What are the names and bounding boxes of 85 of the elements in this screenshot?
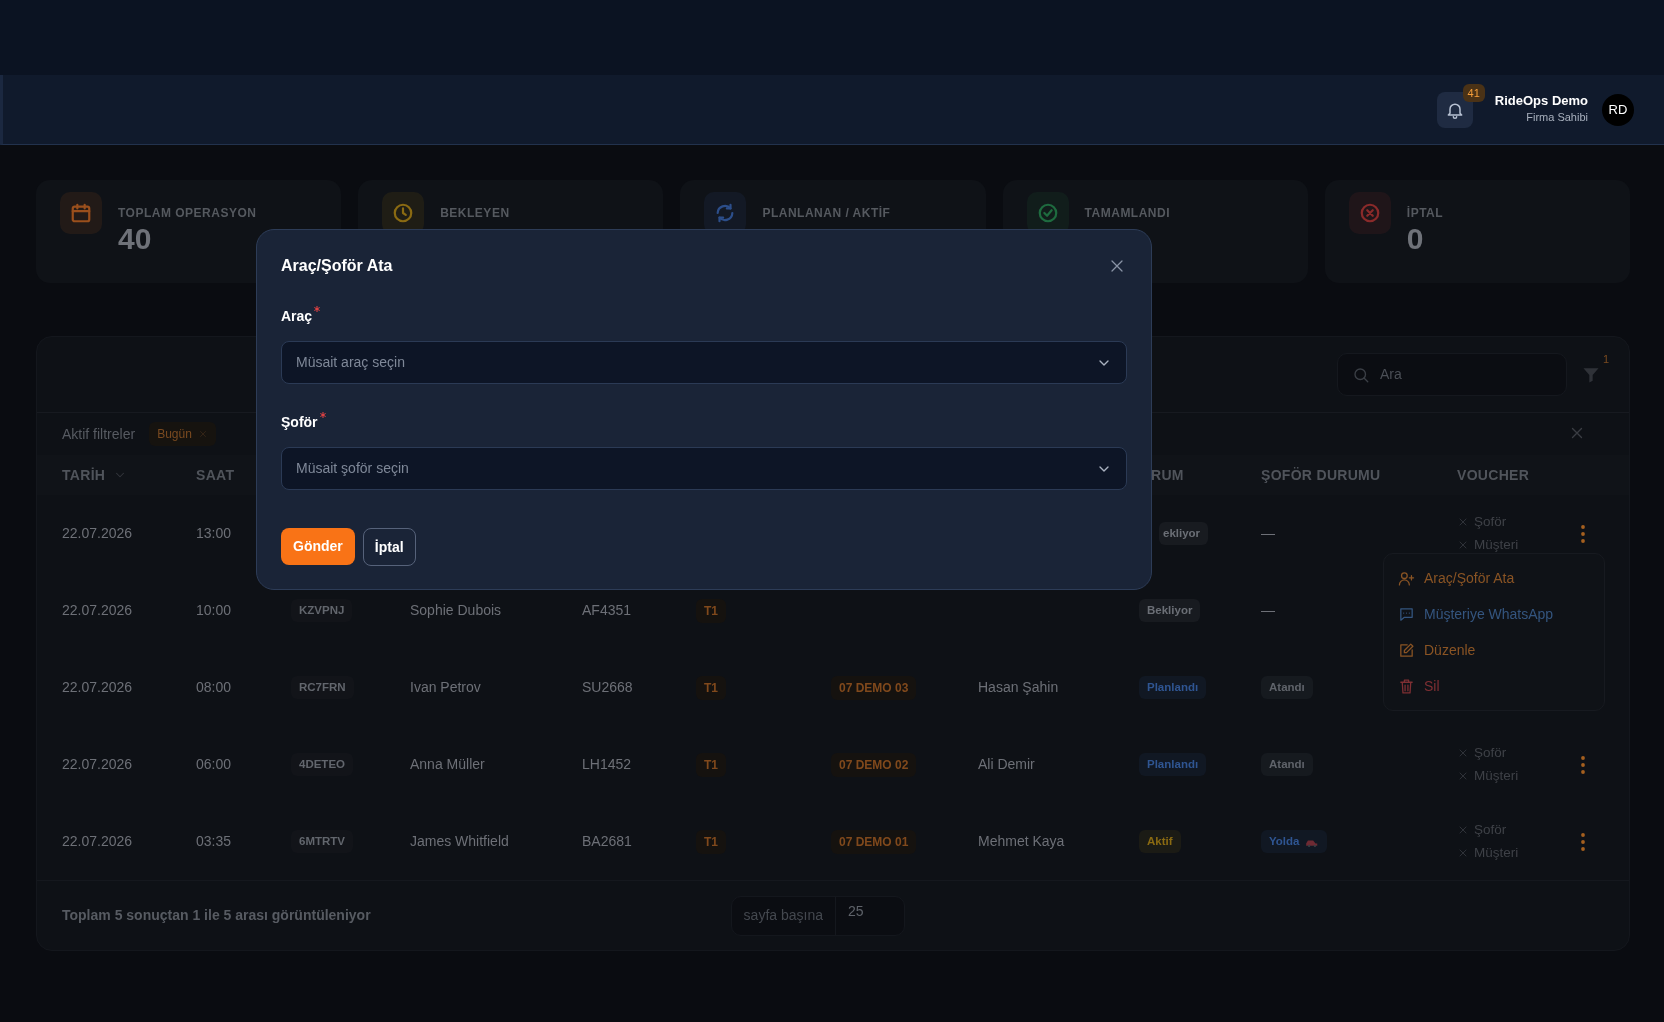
trash-icon xyxy=(1398,677,1415,695)
terminal-tag: T1 xyxy=(696,829,726,854)
table-cell-text: SU2668 xyxy=(582,678,633,697)
search-field[interactable]: Ara xyxy=(1337,353,1567,396)
user-name: RideOps Demo xyxy=(1494,93,1588,110)
table-cell-text: 03:35 xyxy=(196,832,232,851)
table-cell-text: Hasan Şahin xyxy=(978,678,1059,697)
results-summary: Toplam 5 sonuçtan 1 ile 5 arası görüntüleniyor xyxy=(62,906,371,925)
table-cell-text: — xyxy=(1261,524,1275,543)
table-cell-text: 22.07.2026 xyxy=(62,755,133,774)
column-header[interactable]: RUM xyxy=(1151,464,1184,486)
table-cell-text: Mehmet Kaya xyxy=(978,832,1065,851)
terminal-tag: T1 xyxy=(696,752,726,777)
field-label: Araç xyxy=(281,307,313,326)
submit-button[interactable]: Gönder xyxy=(281,528,355,565)
terminal-tag: T1 xyxy=(696,675,726,700)
column-header[interactable]: SAAT xyxy=(196,464,235,486)
driver-status-tag: Atandı xyxy=(1261,752,1313,777)
stat-label: PLANLANAN / AKTİF xyxy=(762,205,891,222)
table-cell-text: Anna Müller xyxy=(410,755,485,774)
filter-chip[interactable]: Bugün xyxy=(149,422,216,446)
table-cell-text: James Whitfield xyxy=(410,832,509,851)
more-icon xyxy=(1581,523,1585,544)
plate-tag: 07 DEMO 02 xyxy=(831,752,917,777)
per-page-select[interactable]: 25 xyxy=(836,901,904,930)
table-cell-text: LH1452 xyxy=(582,755,632,774)
plate-tag: 07 DEMO 03 xyxy=(831,675,917,700)
select-field[interactable]: Müsait araç seçin xyxy=(281,341,1127,384)
booking-code: 4DETEO xyxy=(291,752,353,777)
menu-item[interactable]: Düzenle xyxy=(1394,632,1594,668)
stat-label: İPTAL xyxy=(1406,205,1444,222)
status-tag: Planlandı xyxy=(1139,675,1207,700)
filter-count: 1 xyxy=(1602,351,1609,367)
more-icon xyxy=(1581,754,1585,775)
stat-label: TAMAMLANDI xyxy=(1084,205,1171,222)
table-cell-text: BA2681 xyxy=(582,832,632,851)
close-icon xyxy=(197,429,208,439)
table-cell-text: 22.07.2026 xyxy=(62,524,133,543)
column-header[interactable]: TARİH xyxy=(62,464,128,486)
user-avatar[interactable]: RD xyxy=(1602,93,1634,126)
field-label: Şoför xyxy=(281,413,318,432)
table-cell-text: Ivan Petrov xyxy=(410,678,481,697)
per-page-label: sayfa başına xyxy=(731,896,836,935)
table-cell-text: 10:00 xyxy=(196,601,232,620)
driver-status-tag: Yolda xyxy=(1261,829,1328,854)
stat-value: 40 xyxy=(118,222,153,255)
status-tag: Planlandı xyxy=(1139,752,1207,777)
table-cell-text: AF4351 xyxy=(582,601,632,620)
table-cell-text: 22.07.2026 xyxy=(62,832,133,851)
booking-code: KZVPNJ xyxy=(291,598,353,623)
menu-item[interactable]: Sil xyxy=(1394,668,1594,704)
table-cell-text: 22.07.2026 xyxy=(62,678,133,697)
stat-value: 0 xyxy=(1406,222,1425,255)
user-role: Firma Sahibi xyxy=(1525,110,1588,126)
status-tag: ekliyor xyxy=(1159,521,1209,546)
table-cell-text: — xyxy=(1261,601,1275,620)
booking-code: 6MTRTV xyxy=(291,829,353,854)
menu-item[interactable]: Araç/Şoför Ata xyxy=(1394,560,1594,596)
more-icon xyxy=(1581,831,1585,852)
stat-label: BEKLEYEN xyxy=(440,205,510,222)
cancel-button[interactable]: İptal xyxy=(362,528,416,566)
table-cell-text: 06:00 xyxy=(196,755,232,774)
column-header[interactable]: ŞOFÖR DURUMU xyxy=(1261,464,1381,486)
table-cell-text: Sophie Dubois xyxy=(410,601,502,620)
table-cell-text: 13:00 xyxy=(196,524,232,543)
search-icon xyxy=(1352,365,1370,384)
plate-tag: 07 DEMO 01 xyxy=(831,829,917,854)
chat-icon xyxy=(1398,605,1415,623)
status-tag: Bekliyor xyxy=(1139,598,1201,623)
terminal-tag: T1 xyxy=(696,598,726,623)
table-cell-text: 22.07.2026 xyxy=(62,601,133,620)
edit-icon xyxy=(1398,641,1415,659)
table-cell-text: 08:00 xyxy=(196,678,232,697)
status-tag: Aktif xyxy=(1139,829,1181,854)
column-header[interactable]: VOUCHER xyxy=(1457,464,1530,486)
menu-item[interactable]: Müşteriye WhatsApp xyxy=(1394,596,1594,632)
select-field[interactable]: Müsait şoför seçin xyxy=(281,447,1127,490)
driver-status-tag: Atandı xyxy=(1261,675,1313,700)
booking-code: RC7FRN xyxy=(291,675,354,700)
table-cell-text: Ali Demir xyxy=(978,755,1035,774)
filters-label: Aktif filtreler xyxy=(62,424,136,444)
dialog-title: Araç/Şoför Ata xyxy=(281,256,393,276)
notification-badge: 41 xyxy=(1462,83,1485,102)
stat-label: TOPLAM OPERASYON xyxy=(118,205,257,222)
user-plus-icon xyxy=(1398,569,1415,587)
